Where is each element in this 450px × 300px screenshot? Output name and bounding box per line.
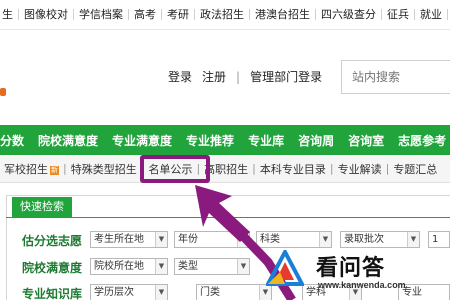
watermark: 看问答 www.kanwenda.com <box>266 250 450 300</box>
watermark-url: www.kanwenda.com <box>318 280 406 290</box>
watermark-logo-icon <box>266 250 304 286</box>
watermark-title: 看问答 <box>316 256 386 281</box>
